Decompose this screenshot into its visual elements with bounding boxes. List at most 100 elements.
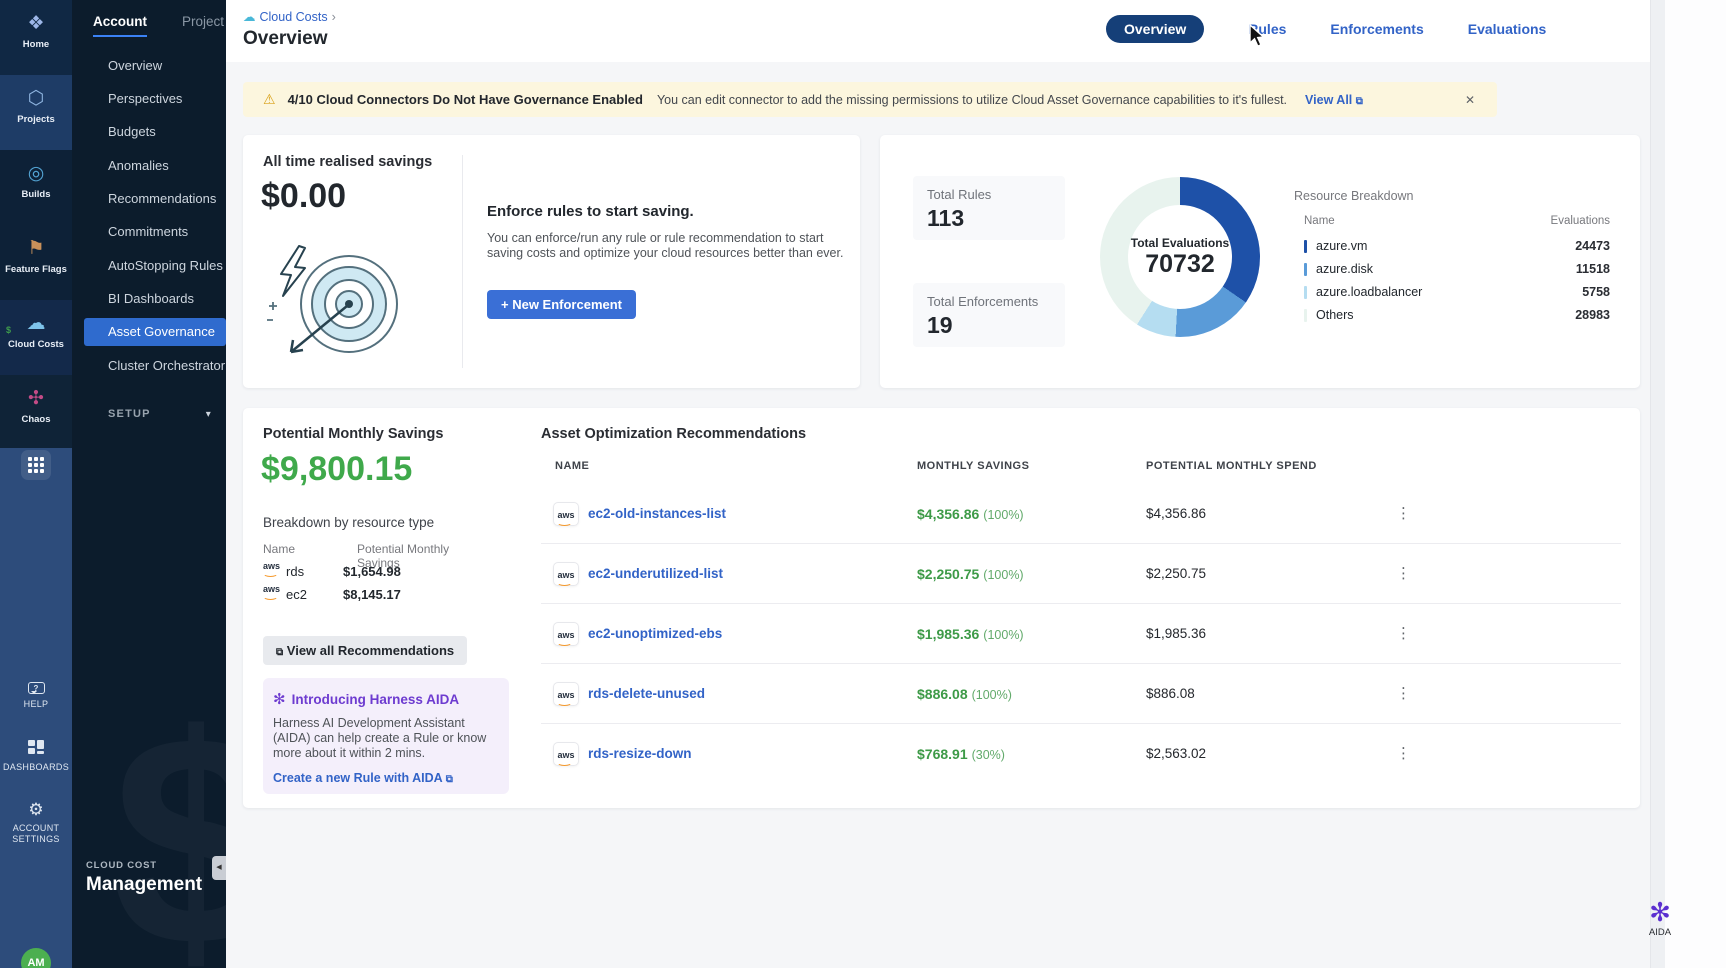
- enforce-cta-title: Enforce rules to start saving.: [487, 203, 694, 220]
- sidebar-item-cluster-orchestrator[interactable]: Cluster Orchestrator: [72, 352, 226, 380]
- evaluations-donut: Total Evaluations 70732: [1100, 177, 1260, 337]
- aida-promo-card: ✻ Introducing Harness AIDA Harness AI De…: [263, 678, 509, 794]
- resource-type-breakdown-title: Breakdown by resource type: [263, 515, 434, 530]
- home-icon: ❖: [0, 11, 72, 37]
- dashboards-icon: [28, 740, 44, 754]
- recommendations-table-title: Asset Optimization Recommendations: [541, 426, 806, 442]
- tab-evaluations[interactable]: Evaluations: [1468, 21, 1547, 37]
- tab-account[interactable]: Account: [93, 14, 147, 37]
- module-picker-button[interactable]: [21, 450, 51, 480]
- tab-project[interactable]: Project: [182, 14, 224, 37]
- builds-icon: ◎: [0, 161, 72, 187]
- tab-rules[interactable]: Rules: [1248, 21, 1286, 37]
- rail-item-chaos[interactable]: ✣ Chaos: [0, 375, 72, 448]
- banner-close-button[interactable]: ✕: [1465, 93, 1475, 107]
- page-header: ☁Cloud Costs› Overview Overview Rules En…: [226, 0, 1726, 62]
- total-rules-value: 113: [927, 205, 1051, 232]
- resource-type-row-rds: awsrds $1,654.98: [263, 564, 523, 579]
- rail-item-feature-flags[interactable]: ⚑ Feature Flags: [0, 225, 72, 300]
- cloud-icon: ☁: [243, 10, 256, 24]
- sidebar-item-recommendations[interactable]: Recommendations: [72, 185, 226, 213]
- sidebar-item-overview[interactable]: Overview: [72, 52, 226, 80]
- main-content: ☁Cloud Costs› Overview Overview Rules En…: [226, 0, 1726, 968]
- help-button[interactable]: ? HELP: [0, 678, 72, 710]
- breakdown-row-azure-disk: azure.disk 11518: [1304, 262, 1610, 276]
- legend-swatch: [1304, 263, 1307, 276]
- feature-flags-icon: ⚑: [0, 236, 72, 262]
- chevron-down-icon: ▾: [206, 409, 212, 420]
- external-link-icon: ⧉: [1356, 96, 1363, 107]
- total-rules-tile: Total Rules 113: [913, 176, 1065, 240]
- aws-icon: aws: [553, 742, 579, 766]
- table-row[interactable]: aws rds-delete-unused $886.08(100%) $886…: [541, 664, 1621, 724]
- sidebar-item-budgets[interactable]: Budgets: [72, 118, 226, 146]
- aida-promo-body: Harness AI Development Assistant (AIDA) …: [273, 716, 499, 761]
- table-row[interactable]: aws ec2-unoptimized-ebs $1,985.36(100%) …: [541, 604, 1621, 664]
- sidebar-item-commitments[interactable]: Commitments: [72, 218, 226, 246]
- sidebar-collapse-handle[interactable]: ◀: [212, 856, 226, 880]
- external-link-icon: ⧉: [446, 774, 453, 785]
- table-row[interactable]: aws ec2-old-instances-list $4,356.86(100…: [541, 484, 1621, 544]
- account-settings-button[interactable]: ⚙ ACCOUNT SETTINGS: [0, 800, 72, 845]
- aws-icon: aws: [263, 585, 280, 600]
- dashboards-button[interactable]: DASHBOARDS: [0, 740, 72, 773]
- aws-icon: aws: [553, 502, 579, 526]
- help-chat-icon: ?: [28, 682, 45, 694]
- potential-savings-title: Potential Monthly Savings: [263, 426, 443, 442]
- breadcrumb[interactable]: ☁Cloud Costs›: [243, 9, 336, 24]
- table-row[interactable]: aws ec2-underutilized-list $2,250.75(100…: [541, 544, 1621, 604]
- new-enforcement-button[interactable]: + New Enforcement: [487, 290, 636, 319]
- aida-promo-title: ✻ Introducing Harness AIDA: [273, 690, 499, 708]
- row-menu-button[interactable]: ⋮: [1396, 684, 1411, 702]
- resource-type-row-ec2: awsec2 $8,145.17: [263, 587, 523, 602]
- row-menu-button[interactable]: ⋮: [1396, 624, 1411, 642]
- rail-item-builds[interactable]: ◎ Builds: [0, 150, 72, 225]
- create-rule-with-aida-link[interactable]: Create a new Rule with AIDA ⧉: [273, 771, 499, 785]
- row-menu-button[interactable]: ⋮: [1396, 504, 1411, 522]
- rail-item-home[interactable]: ❖ Home: [0, 0, 72, 75]
- recommendations-card: Potential Monthly Savings $9,800.15 Brea…: [243, 408, 1640, 808]
- sidebar-setup-toggle[interactable]: SETUP ▾: [108, 408, 212, 420]
- aida-flower-icon: ✻: [1634, 898, 1686, 926]
- resource-breakdown-title: Resource Breakdown: [1294, 189, 1414, 203]
- aida-assistant-button[interactable]: ✻ AIDA: [1634, 898, 1686, 938]
- total-enforcements-value: 19: [927, 312, 1051, 339]
- banner-text: You can edit connector to add the missin…: [657, 93, 1287, 107]
- tab-overview[interactable]: Overview: [1106, 15, 1204, 43]
- sidebar-item-asset-governance[interactable]: Asset Governance: [84, 318, 226, 346]
- vertical-scrollbar[interactable]: [1650, 0, 1665, 968]
- realised-savings-value: $0.00: [261, 177, 346, 216]
- legend-swatch: [1304, 240, 1307, 253]
- apps-grid-icon: [28, 457, 32, 461]
- donut-center: Total Evaluations 70732: [1128, 205, 1232, 309]
- tab-enforcements[interactable]: Enforcements: [1330, 21, 1423, 37]
- aws-icon: aws: [263, 562, 280, 577]
- right-gutter: [1665, 0, 1726, 968]
- banner-bold-text: 4/10 Cloud Connectors Do Not Have Govern…: [288, 92, 643, 107]
- aida-flower-icon: ✻: [273, 690, 286, 708]
- governance-stats-card: Total Rules 113 Total Enforcements 19 To…: [880, 135, 1640, 388]
- target-illustration: [265, 240, 405, 368]
- sidebar-item-perspectives[interactable]: Perspectives: [72, 85, 226, 113]
- dollar-watermark: $: [112, 690, 226, 968]
- module-rail: ❖ Home ⬡ Projects ◎ Builds ⚑ Feature Fla…: [0, 0, 72, 968]
- view-all-recommendations-button[interactable]: ⧉ View all Recommendations: [263, 636, 467, 665]
- total-enforcements-label: Total Enforcements: [927, 294, 1051, 309]
- realised-savings-card: All time realised savings $0.00 Enforce …: [243, 135, 860, 388]
- card-divider: [462, 155, 463, 368]
- sidebar-item-anomalies[interactable]: Anomalies: [72, 152, 226, 180]
- chevron-right-icon: ›: [332, 10, 336, 24]
- cloud-costs-icon: ☁$: [0, 311, 72, 337]
- view-all-link[interactable]: View All ⧉: [1305, 93, 1363, 107]
- sidebar-item-autostopping-rules[interactable]: AutoStopping Rules: [72, 252, 226, 280]
- sidebar-item-bi-dashboards[interactable]: BI Dashboards: [72, 285, 226, 313]
- row-menu-button[interactable]: ⋮: [1396, 744, 1411, 762]
- table-row[interactable]: aws rds-resize-down $768.91(30%) $2,563.…: [541, 724, 1621, 784]
- projects-icon: ⬡: [0, 86, 72, 112]
- aws-icon: aws: [553, 682, 579, 706]
- row-menu-button[interactable]: ⋮: [1396, 564, 1411, 582]
- total-enforcements-tile: Total Enforcements 19: [913, 283, 1065, 347]
- rail-item-projects[interactable]: ⬡ Projects: [0, 75, 72, 150]
- rail-item-cloud-costs[interactable]: ☁$ Cloud Costs: [0, 300, 72, 375]
- potential-savings-value: $9,800.15: [261, 450, 412, 489]
